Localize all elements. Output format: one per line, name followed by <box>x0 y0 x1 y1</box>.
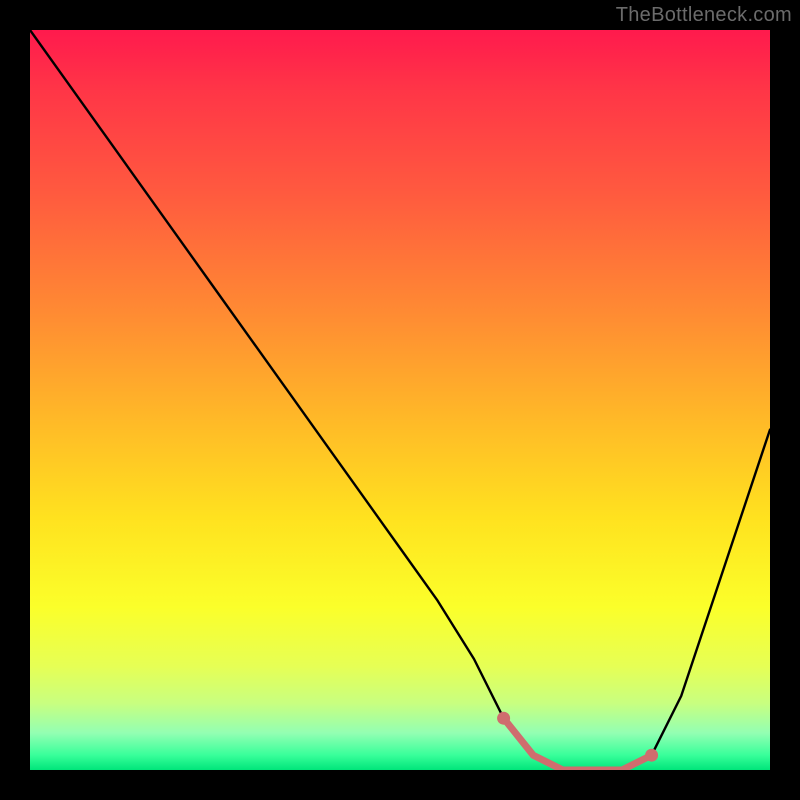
highlight-segment <box>504 718 652 770</box>
watermark-text: TheBottleneck.com <box>616 4 792 27</box>
plot-area <box>30 30 770 770</box>
curve-svg <box>30 30 770 770</box>
bottleneck-curve-path <box>30 30 770 770</box>
highlight-dot-start <box>497 712 510 725</box>
highlight-dot-end <box>645 749 658 762</box>
chart-frame <box>30 30 770 770</box>
